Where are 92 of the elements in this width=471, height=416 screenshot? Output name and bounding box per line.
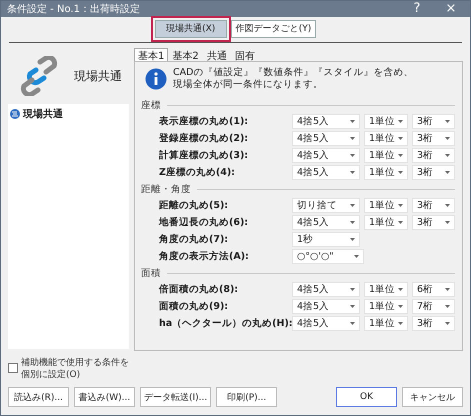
field-label: 登録座標の丸め(2): [159, 132, 250, 145]
dropdown[interactable]: 3桁 [412, 215, 455, 230]
caret-icon [398, 137, 403, 140]
caret-icon [350, 322, 355, 325]
caret-icon [445, 322, 450, 325]
dropdown[interactable]: 4捨5入 [292, 131, 360, 146]
action-button[interactable]: データ転送(I)... [140, 387, 212, 407]
dropdown[interactable]: 1単位 [364, 316, 408, 331]
dropdown[interactable]: 3桁 [412, 165, 455, 180]
caret-icon [354, 255, 359, 258]
action-button[interactable]: 読込み(R)... [8, 387, 69, 407]
section-title: 座標 [141, 99, 161, 112]
caret-icon [398, 204, 403, 207]
tab[interactable]: 固有 [230, 48, 259, 61]
caret-icon [398, 120, 403, 123]
action-button[interactable]: 書込み(W)... [74, 387, 135, 407]
caret-icon [445, 305, 450, 308]
caret-icon [398, 154, 403, 157]
info-text: CADの『値設定』『数値条件』『スタイル』を含め、 現場全体が同一条件になります。 [173, 67, 414, 91]
tree-item[interactable]: 現場共通 [10, 107, 127, 121]
dropdown[interactable]: 4捨5入 [292, 114, 360, 129]
cancel-button[interactable]: キャンセル [402, 387, 463, 407]
tab[interactable]: 作図データごと(Y) [230, 20, 316, 38]
field-label: 計算座標の丸め(3): [159, 149, 250, 162]
field-label: 面積の丸め(9): [159, 300, 230, 313]
caret-icon [350, 305, 355, 308]
dropdown[interactable]: 1単位 [364, 165, 408, 180]
field-label: ha（ヘクタール）の丸め(H): [159, 317, 292, 330]
window-title: 条件設定 - No.1：出荷時設定 [7, 2, 141, 16]
info-icon [145, 68, 167, 90]
section-title: 面積 [141, 267, 161, 280]
section-title: 距離・角度 [141, 183, 191, 196]
help-button[interactable]: ? [404, 1, 430, 16]
action-button[interactable]: 印刷(P)... [216, 387, 278, 407]
caret-icon [445, 221, 450, 224]
caret-icon [445, 137, 450, 140]
dropdown[interactable]: 切り捨て [292, 198, 360, 213]
caret-icon [398, 288, 403, 291]
caret-icon [445, 288, 450, 291]
caret-icon [350, 137, 355, 140]
dropdown[interactable]: 3桁 [412, 131, 455, 146]
dropdown[interactable]: ○°○'○" [292, 249, 364, 264]
caret-icon [350, 120, 355, 123]
caret-icon [445, 171, 450, 174]
caret-icon [350, 238, 355, 241]
caret-icon [350, 221, 355, 224]
dropdown[interactable]: 3桁 [412, 148, 455, 163]
field-label: 地番辺長の丸め(6): [159, 216, 250, 229]
individual-setting-checkbox[interactable]: 補助機能で使用する条件を個別に設定(O) [8, 357, 129, 381]
caret-icon [350, 154, 355, 157]
ok-button[interactable]: OK [336, 387, 397, 407]
caret-icon [398, 322, 403, 325]
dropdown[interactable]: 4捨5入 [292, 215, 360, 230]
dropdown[interactable]: 6桁 [412, 282, 455, 297]
field-label: 角度の表示方法(A): [159, 250, 250, 263]
dropdown[interactable]: 1単位 [364, 198, 408, 213]
caret-icon [350, 171, 355, 174]
dropdown[interactable]: 1単位 [364, 114, 408, 129]
dropdown[interactable]: 4捨5入 [292, 165, 360, 180]
caret-icon [350, 288, 355, 291]
caret-icon [398, 305, 403, 308]
caret-icon [445, 204, 450, 207]
dropdown[interactable]: 1単位 [364, 148, 408, 163]
tab[interactable]: 基本2 [168, 48, 203, 61]
panel-title: 現場共通 [74, 68, 122, 84]
caret-icon [445, 120, 450, 123]
dropdown[interactable]: 3桁 [412, 198, 455, 213]
caret-icon [350, 204, 355, 207]
tab[interactable]: 共通 [202, 48, 231, 61]
dropdown[interactable]: 1単位 [364, 215, 408, 230]
field-label: 角度の丸め(7): [159, 233, 230, 246]
caret-icon [398, 221, 403, 224]
tab[interactable]: 基本1 [134, 48, 168, 61]
dropdown[interactable]: 3桁 [412, 114, 455, 129]
caret-icon [445, 154, 450, 157]
dropdown[interactable]: 1単位 [364, 131, 408, 146]
field-label: 距離の丸め(5): [159, 199, 230, 212]
dropdown[interactable]: 1秒 [292, 232, 360, 247]
dropdown[interactable]: 4捨5入 [292, 299, 360, 314]
dropdown[interactable]: 4捨5入 [292, 282, 360, 297]
dropdown[interactable]: 4捨5入 [292, 148, 360, 163]
caret-icon [398, 171, 403, 174]
dropdown[interactable]: 3桁 [412, 316, 455, 331]
close-button[interactable]: × [438, 1, 464, 16]
dropdown[interactable]: 1単位 [364, 282, 408, 297]
dropdown[interactable]: 4捨5入 [292, 316, 360, 331]
field-label: 倍面積の丸め(8): [159, 283, 240, 296]
field-label: 表示座標の丸め(1): [159, 115, 250, 128]
dropdown[interactable]: 7桁 [412, 299, 455, 314]
field-label: Z座標の丸め(4): [159, 166, 236, 179]
checkbox[interactable] [8, 363, 18, 373]
dropdown[interactable]: 1単位 [364, 299, 408, 314]
